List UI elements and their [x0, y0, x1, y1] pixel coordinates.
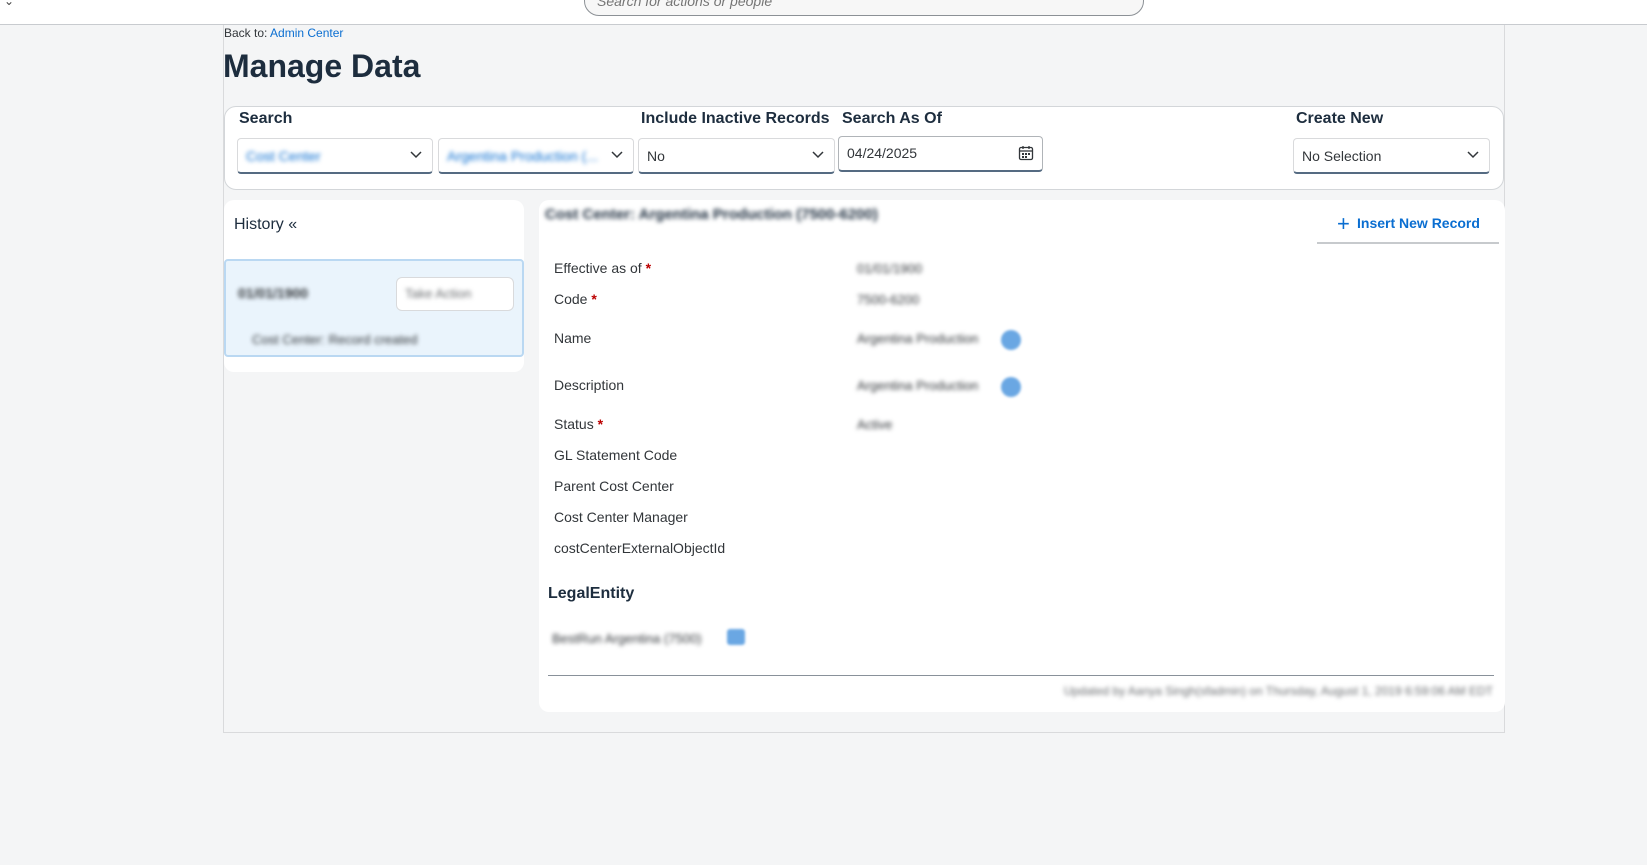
include-inactive-label: Include Inactive Records [641, 110, 830, 127]
legal-entity-value[interactable]: BestRun Argentina (7500) [552, 631, 702, 646]
field-label: GL Statement Code [554, 447, 678, 463]
field-label: Code [554, 291, 588, 307]
last-updated-text: Updated by Aanya Singh(sfadmin) on Thurs… [1063, 684, 1493, 698]
description-value: Argentina Production [857, 378, 979, 393]
search-as-of-value: 04/24/2025 [847, 145, 918, 161]
breadcrumb-prefix: Back to: [224, 26, 268, 40]
chevron-down-icon [812, 151, 824, 159]
search-as-of-date-field[interactable]: 04/24/2025 [838, 136, 1043, 172]
chevron-down-icon[interactable]: ⌄ [4, 0, 14, 8]
top-shell-bar: ⌄ [0, 0, 1647, 25]
field-status: Status * [554, 416, 603, 432]
field-name: Name [554, 330, 591, 346]
field-external-object-id: costCenterExternalObjectId [554, 540, 725, 556]
global-search-input[interactable] [585, 0, 1143, 15]
translation-globe-icon[interactable] [1001, 330, 1021, 350]
legal-entity-link-icon[interactable] [727, 629, 745, 645]
name-value: Argentina Production [857, 331, 979, 346]
create-new-value: No Selection [1302, 148, 1382, 164]
chevron-down-icon [611, 151, 623, 159]
field-label: Name [554, 330, 592, 346]
divider [548, 675, 1494, 676]
take-action-label: Take Action [405, 286, 472, 301]
legal-entity-section-title: LegalEntity [548, 585, 635, 602]
field-label: Parent Cost Center [554, 478, 674, 494]
required-marker: * [597, 416, 604, 432]
insert-new-record-label: Insert New Record [1357, 215, 1480, 231]
create-new-select[interactable]: No Selection [1293, 138, 1490, 174]
admin-center-link[interactable]: Admin Center [270, 26, 343, 40]
object-value: Argentina Production (... [447, 148, 598, 164]
field-gl-statement-code: GL Statement Code [554, 447, 677, 463]
search-as-of-label: Search As Of [842, 110, 942, 127]
breadcrumb: Back to: Admin Center [224, 26, 343, 40]
history-entry-date: 01/01/1900 [238, 285, 309, 301]
translation-globe-icon[interactable] [1001, 377, 1021, 397]
include-inactive-select[interactable]: No [638, 138, 835, 174]
effective-as-of-value: 01/01/1900 [857, 261, 923, 276]
history-entry[interactable]: 01/01/1900 Take Action Cost Center: Reco… [224, 259, 524, 357]
history-toggle[interactable]: History « [234, 216, 297, 234]
object-type-select[interactable]: Cost Center [237, 138, 433, 174]
field-cost-center-manager: Cost Center Manager [554, 509, 688, 525]
create-new-label: Create New [1296, 110, 1384, 127]
code-value: 7500-6200 [857, 292, 920, 307]
chevron-down-icon [410, 151, 422, 159]
field-effective-as-of: Effective as of * [554, 260, 651, 276]
status-value: Active [857, 417, 893, 432]
chevron-down-icon [1467, 151, 1479, 159]
page-title: Manage Data [223, 48, 421, 84]
take-action-button[interactable]: Take Action [396, 277, 514, 311]
field-label: Cost Center Manager [554, 509, 688, 525]
field-label: costCenterExternalObjectId [554, 540, 726, 556]
calendar-icon[interactable] [1018, 145, 1034, 161]
plus-icon: + [1337, 211, 1350, 236]
history-panel: History « 01/01/1900 Take Action Cost Ce… [224, 200, 524, 372]
detail-panel: Cost Center: Argentina Production (7500-… [539, 200, 1505, 712]
field-code: Code * [554, 291, 597, 307]
include-inactive-value: No [647, 148, 665, 164]
field-label: Effective as of [554, 260, 642, 276]
required-marker: * [591, 291, 597, 307]
required-marker: * [645, 260, 652, 276]
search-label: Search [239, 110, 293, 127]
object-select[interactable]: Argentina Production (... [438, 138, 634, 174]
field-label: Status [554, 416, 594, 432]
history-entry-note: Cost Center: Record created [252, 332, 418, 347]
record-title: Cost Center: Argentina Production (7500-… [545, 206, 878, 223]
insert-new-record-button[interactable]: + Insert New Record [1317, 210, 1499, 244]
global-search-box[interactable] [584, 0, 1144, 16]
field-description: Description [554, 377, 624, 393]
field-label: Description [554, 377, 625, 393]
field-parent-cost-center: Parent Cost Center [554, 478, 674, 494]
object-type-value: Cost Center [246, 148, 321, 164]
